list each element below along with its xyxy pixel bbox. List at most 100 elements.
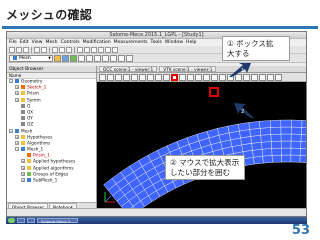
viewer-toolbar: [97, 73, 306, 82]
workarea: Object Browser Name − Geometry + Sketch_1 + P…: [7, 66, 306, 210]
mesh-element: [252, 148, 263, 158]
expander-icon[interactable]: +: [21, 178, 25, 182]
viewer-tab[interactable]: OCC scene:1 - viewer:1: [99, 66, 158, 73]
expander-icon[interactable]: +: [15, 134, 19, 139]
show-trihedron-icon[interactable]: [123, 73, 130, 81]
submesh-tool-icon[interactable]: [84, 46, 90, 53]
menu-item[interactable]: Mesh: [46, 39, 58, 46]
mesh-element: [270, 133, 282, 142]
vtk-viewer[interactable]: OCC scene:1 - viewer:1 VTK scene:1 - view…: [97, 66, 306, 210]
expander-icon[interactable]: +: [15, 91, 19, 96]
chevron-down-icon: ▼: [48, 55, 51, 60]
compute-icon[interactable]: [91, 46, 97, 53]
expander-icon[interactable]: +: [21, 165, 25, 170]
open-icon[interactable]: [16, 46, 22, 53]
interaction-style-icon[interactable]: [107, 73, 114, 81]
start-button[interactable]: [8, 218, 15, 223]
expander-icon[interactable]: +: [15, 140, 19, 145]
evaluate-icon[interactable]: [98, 46, 104, 53]
front-view-icon[interactable]: [179, 73, 186, 81]
menu-item[interactable]: Tools: [151, 39, 162, 46]
axis-triad-icon: [104, 195, 112, 203]
mesh-tool-icon[interactable]: [77, 46, 83, 53]
global-pan-icon[interactable]: [155, 73, 162, 81]
mesh-element: [253, 155, 264, 165]
viewer-tab[interactable]: VTK scene:1 - viewer:1: [159, 66, 217, 73]
display-icon[interactable]: [110, 54, 117, 62]
fit-area-icon[interactable]: [139, 73, 146, 81]
graduated-axes-icon[interactable]: [251, 73, 258, 81]
taskbar-button[interactable]: [27, 218, 35, 223]
expander-icon[interactable]: +: [15, 85, 19, 90]
edge-icon[interactable]: [86, 54, 93, 62]
tree-node-icon: [27, 171, 31, 176]
tree-item-label: Hypotheses: [27, 135, 53, 141]
mesh-element: [270, 126, 282, 135]
expander-icon[interactable]: −: [9, 79, 13, 83]
back-view-icon[interactable]: [187, 73, 194, 81]
group-icon[interactable]: [112, 46, 118, 53]
rotation-point-icon[interactable]: [259, 73, 266, 81]
left-view-icon[interactable]: [211, 73, 218, 81]
expander-icon[interactable]: −: [9, 128, 13, 133]
menu-item[interactable]: Edit: [20, 39, 29, 46]
tree-node-icon: [21, 116, 25, 121]
mesh-element: [271, 154, 282, 163]
expander-icon[interactable]: +: [21, 171, 25, 176]
mesh-element: [280, 126, 292, 135]
volume-icon[interactable]: [102, 54, 109, 62]
info-icon[interactable]: [105, 46, 111, 53]
mesh-element: [290, 140, 302, 149]
perspective-icon[interactable]: [267, 73, 274, 81]
right-view-icon[interactable]: [219, 73, 226, 81]
rotate-icon[interactable]: [163, 73, 170, 81]
face-icon[interactable]: [94, 54, 101, 62]
tree-item-label: Groups of Edges: [33, 172, 69, 178]
mesh-element: [261, 141, 272, 150]
module-combo[interactable]: Mesh ▼: [9, 54, 53, 62]
expander-icon[interactable]: −: [15, 147, 19, 152]
zoom-icon[interactable]: [115, 73, 122, 81]
wireframe-icon[interactable]: [126, 54, 133, 62]
menu-item[interactable]: File: [9, 39, 17, 46]
zoom-box-icon[interactable]: [171, 73, 178, 81]
accent-bar: [2, 26, 318, 29]
python-icon[interactable]: [66, 46, 72, 53]
mesh-element: [300, 134, 306, 142]
tree-node-icon: [21, 140, 25, 145]
mesh-element: [269, 119, 282, 128]
dump-view-icon[interactable]: [99, 73, 106, 81]
expander-icon[interactable]: +: [15, 97, 19, 102]
tree-item[interactable]: + SubMesh_1: [7, 178, 96, 184]
mesh-module-button-icon[interactable]: [62, 54, 69, 62]
post-module-icon[interactable]: [70, 54, 77, 62]
shading-icon[interactable]: [118, 54, 125, 62]
menu-item[interactable]: Help: [186, 39, 196, 46]
menu-item[interactable]: Controls: [61, 39, 80, 46]
bottom-view-icon[interactable]: [203, 73, 210, 81]
menu-item[interactable]: Measurements: [114, 39, 148, 46]
redo-icon[interactable]: [41, 46, 47, 53]
fit-all-icon[interactable]: [131, 73, 138, 81]
sync-icon[interactable]: [275, 73, 282, 81]
menu-item[interactable]: Window: [165, 39, 183, 46]
top-view-icon[interactable]: [195, 73, 202, 81]
arrow-1-icon: 1: [229, 63, 251, 77]
script-icon[interactable]: [59, 46, 65, 53]
tree-item-label: Prism: [27, 91, 39, 97]
undo-icon[interactable]: [34, 46, 40, 53]
menu-item[interactable]: Modification: [83, 39, 111, 46]
pan-icon[interactable]: [147, 73, 154, 81]
new-icon[interactable]: [9, 46, 15, 53]
expander-icon[interactable]: +: [21, 159, 25, 164]
dump-icon[interactable]: [52, 46, 58, 53]
mesh-element: [250, 134, 262, 144]
menu-item[interactable]: View: [32, 39, 43, 46]
geometry-module-icon[interactable]: [54, 54, 61, 62]
save-icon[interactable]: [23, 46, 29, 53]
mesh-element: [300, 141, 306, 149]
tree-item-label: OZ: [27, 122, 34, 128]
taskbar-button[interactable]: Salome-Meca 2...: [37, 218, 78, 224]
node-icon[interactable]: [78, 54, 85, 62]
taskbar-button[interactable]: [17, 218, 25, 223]
